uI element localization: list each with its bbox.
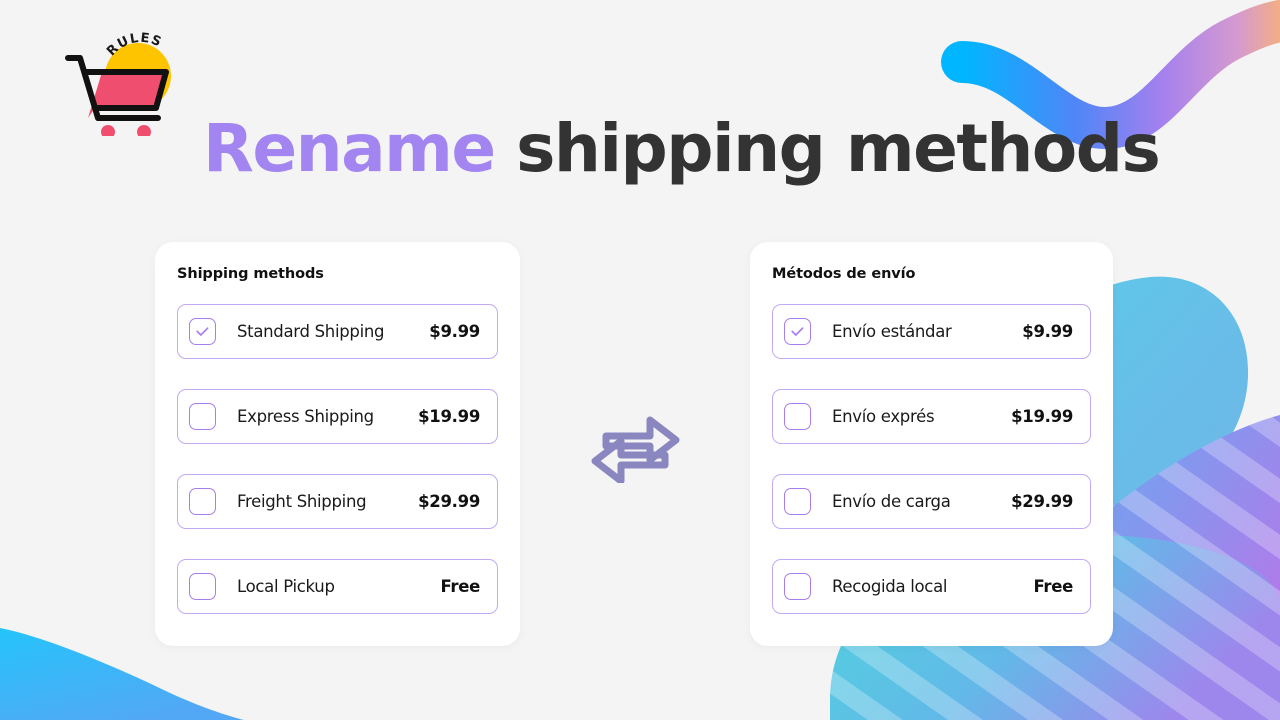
- method-price: $19.99: [418, 407, 480, 426]
- shipping-method-row[interactable]: Envío exprés $19.99: [772, 389, 1091, 444]
- checkbox-unchecked[interactable]: [784, 573, 811, 600]
- target-method-list: Envío estándar $9.99 Envío exprés $19.99 Env…: [772, 304, 1091, 614]
- swap-arrows-glyph: [591, 416, 680, 485]
- method-label: Envío de carga: [832, 492, 951, 511]
- checkmark-icon: [791, 327, 804, 336]
- source-card-heading: Shipping methods: [177, 266, 324, 282]
- method-price: $9.99: [1022, 322, 1073, 341]
- shipping-method-row[interactable]: Freight Shipping $29.99: [177, 474, 498, 529]
- method-label: Envío exprés: [832, 407, 935, 426]
- checkbox-unchecked[interactable]: [784, 488, 811, 515]
- target-card-heading: Métodos de envío: [772, 266, 916, 282]
- checkbox-unchecked[interactable]: [189, 403, 216, 430]
- shipping-method-row[interactable]: Express Shipping $19.99: [177, 389, 498, 444]
- method-label: Recogida local: [832, 577, 948, 596]
- method-label: Envío estándar: [832, 322, 952, 341]
- shipping-method-row[interactable]: Recogida local Free: [772, 559, 1091, 614]
- method-price: $29.99: [418, 492, 480, 511]
- shopping-cart-icon: RULES: [65, 31, 171, 139]
- page-title-rest: shipping methods: [494, 110, 1161, 187]
- method-price: $9.99: [429, 322, 480, 341]
- brand-logo: RULES: [56, 24, 176, 139]
- checkmark-icon: [196, 327, 209, 336]
- shipping-method-row[interactable]: Envío de carga $29.99: [772, 474, 1091, 529]
- shipping-method-row[interactable]: Envío estándar $9.99: [772, 304, 1091, 359]
- source-method-list: Standard Shipping $9.99 Express Shipping $1…: [177, 304, 498, 614]
- checkbox-unchecked[interactable]: [189, 488, 216, 515]
- method-label: Standard Shipping: [237, 322, 385, 341]
- method-price: Free: [440, 577, 480, 596]
- checkbox-checked[interactable]: [784, 318, 811, 345]
- page-title-accent: Rename: [203, 110, 496, 187]
- checkbox-unchecked[interactable]: [189, 573, 216, 600]
- shipping-method-row[interactable]: Local Pickup Free: [177, 559, 498, 614]
- method-label: Freight Shipping: [237, 492, 367, 511]
- method-price: $19.99: [1011, 407, 1073, 426]
- method-price: Free: [1033, 577, 1073, 596]
- method-label: Express Shipping: [237, 407, 374, 426]
- source-shipping-methods-card: Shipping methods Standard Shipping $9.99 E…: [155, 242, 520, 646]
- swap-arrows-icon: [588, 408, 683, 485]
- checkbox-unchecked[interactable]: [784, 403, 811, 430]
- method-price: $29.99: [1011, 492, 1073, 511]
- page-title: Rename shipping methods: [203, 104, 1161, 194]
- checkbox-checked[interactable]: [189, 318, 216, 345]
- method-label: Local Pickup: [237, 577, 335, 596]
- page-root: RULES Rename shipping methods Shipping m…: [0, 0, 1280, 720]
- target-shipping-methods-card: Métodos de envío Envío estándar $9.99 Enví…: [750, 242, 1113, 646]
- shipping-method-row[interactable]: Standard Shipping $9.99: [177, 304, 498, 359]
